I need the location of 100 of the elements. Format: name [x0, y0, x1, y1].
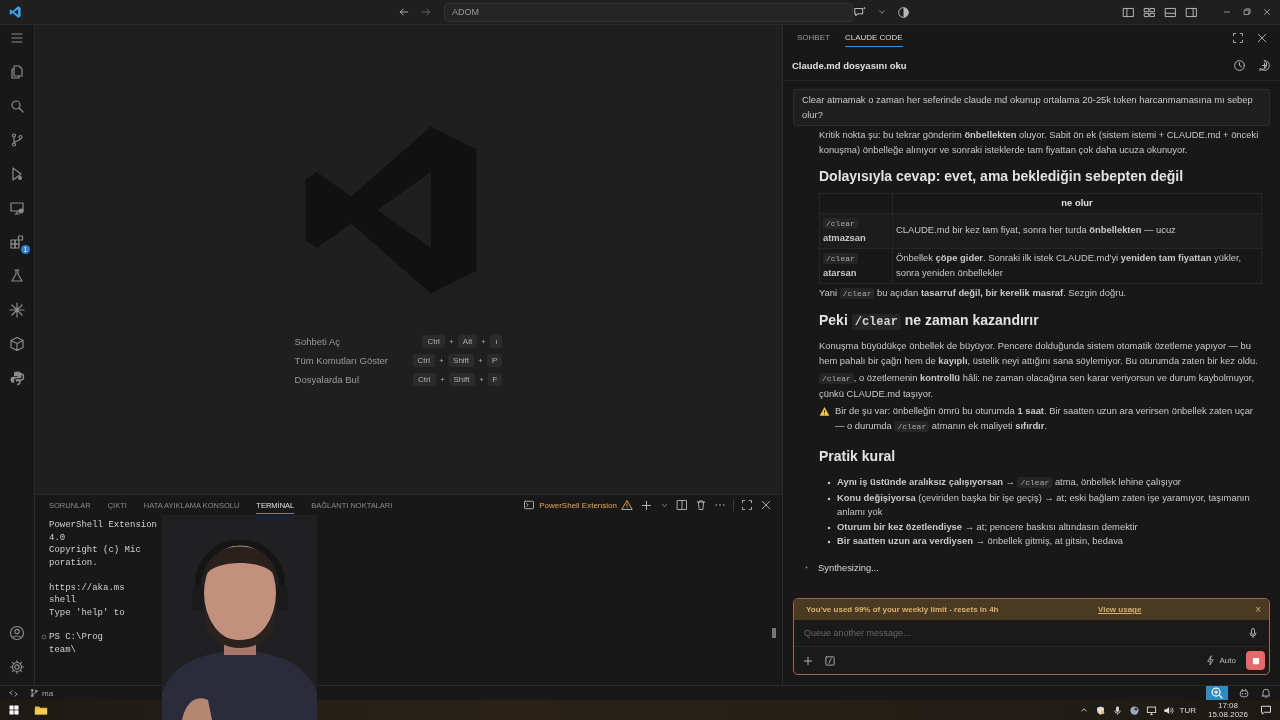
plus-icon: [480, 338, 488, 345]
list-item: Aynı iş üstünde aralıksız çalışıyorsan → /clear atma, önbellek lehine çalışıyor: [837, 475, 1182, 490]
terminal-line: https://aka.ms: [49, 582, 125, 593]
app-logo-icon[interactable]: [8, 5, 22, 19]
zoom-in-icon[interactable]: [1206, 686, 1228, 700]
user-message: Clear atmamak o zaman her seferinde claude md okunup ortalama 20-25k token harcanmamasına mı sebep olur?: [793, 89, 1270, 126]
sidebar-left-icon[interactable]: [1122, 5, 1135, 19]
account-icon[interactable]: [9, 625, 25, 641]
panel-bottom-icon[interactable]: [1164, 5, 1177, 19]
terminal-line: PowerShell Extension: [49, 520, 158, 531]
paragraph: Bir de şu var: önbelleğin ömrü bu oturumda 1 saat. Bir saatten uzun ara verirsen önbellek zaten uçar — o durumda /clear atmanın ek maliyeti sıfırdır.: [835, 404, 1254, 434]
key-cap: Shift: [448, 373, 475, 386]
section-heading: Peki /clear ne zaman kazandırır: [819, 311, 1040, 331]
files-icon[interactable]: [9, 64, 25, 80]
notification-icon[interactable]: [1260, 704, 1272, 716]
close-button[interactable]: ×: [1255, 604, 1261, 615]
shortcut-label: Sohbeti Aç: [294, 336, 341, 347]
shield-icon[interactable]: [1094, 704, 1106, 716]
plus-icon: [438, 357, 446, 364]
shortcut-label: Tüm Komutları Göster: [294, 355, 390, 366]
remote-icon[interactable]: [8, 687, 19, 699]
slash-command-icon[interactable]: [824, 654, 836, 667]
section-heading: Dolayısıyla cevap: evet, ama beklediğin sebepten değil: [819, 167, 1185, 185]
terminal-line: Type 'help' to: [49, 607, 125, 618]
plus-icon: [477, 376, 485, 383]
usage-warning: You've used 99% of your weekly limit - resets in 4h: [806, 605, 1000, 614]
starburst-icon[interactable]: [9, 302, 25, 318]
cube-icon[interactable]: [9, 336, 25, 352]
chat-tab[interactable]: SOHBET: [797, 28, 830, 47]
chat-sparkle-icon[interactable]: [853, 5, 867, 19]
speaker-icon[interactable]: [1162, 704, 1174, 716]
key-cap: Ctrl: [413, 373, 436, 386]
list-item: Oturum bir kez özetlendiyse → at; pencere baskısı altındasın demektir: [837, 519, 1139, 534]
branch-icon[interactable]: [9, 132, 25, 148]
key-cap: Shift: [448, 354, 475, 367]
restore-icon[interactable]: [1242, 7, 1252, 17]
stop-button[interactable]: [1246, 651, 1265, 670]
terminal-icon: [523, 499, 536, 511]
split-icon[interactable]: [676, 499, 688, 511]
play-bug-icon[interactable]: [9, 166, 25, 182]
message-field[interactable]: Queue another message...: [804, 628, 1247, 638]
close-icon[interactable]: [1256, 31, 1268, 44]
blocks-icon[interactable]: [9, 234, 25, 250]
terminal-line: PS C:\Prog: [49, 632, 103, 643]
key-cap: Ctrl: [412, 354, 436, 367]
conversation-title: Claude.md dosyasını oku: [792, 59, 907, 71]
back-arrow-icon[interactable]: [398, 6, 410, 18]
list-item: Bir saatten uzun ara verdiysen → önbellek gitmiş, at gitsin, bedava: [837, 534, 1125, 548]
interlocked-shapes-icon[interactable]: [9, 370, 25, 386]
chat-tab[interactable]: CLAUDE CODE: [844, 28, 903, 47]
network-icon[interactable]: [1145, 704, 1157, 716]
view-usage-link[interactable]: View usage: [1098, 605, 1142, 614]
trash-icon[interactable]: [695, 499, 707, 511]
clock-date[interactable]: 15.08.2026: [1207, 710, 1248, 719]
bell-icon[interactable]: [1260, 687, 1272, 699]
terminal-line: shell: [49, 595, 76, 606]
sidebar-right-icon[interactable]: [1185, 5, 1198, 19]
microphone-icon[interactable]: [1111, 704, 1123, 716]
monitor-icon[interactable]: [9, 200, 25, 216]
flask-icon[interactable]: [9, 268, 25, 284]
table-cell: /clear atmazsan: [819, 213, 893, 248]
stop-square-icon: [1250, 655, 1261, 666]
layout-grid-icon[interactable]: [1143, 5, 1156, 19]
plus-icon: [438, 376, 446, 383]
paragraph: /clear , o özetlemenin kontrollü hâli: ne zaman olacağına sen karar veriyorsun ve durum kaybolmuyor, çünkü CLAUDE.md taşıyor.: [819, 371, 1255, 401]
terminal-selector[interactable]: PowerShell Extension: [523, 499, 633, 511]
windows-start-icon[interactable]: [8, 704, 20, 716]
microphone-icon[interactable]: [1247, 627, 1259, 639]
history-icon[interactable]: [1233, 58, 1246, 72]
list-item: Konu değişiyorsa (çeviriden başka bir işe geçiş) → at; eski bağlam zaten işe yaramıyor, taşımanın anlamı yok: [837, 490, 1251, 519]
mode-selector[interactable]: Auto: [1204, 655, 1236, 666]
clock-time[interactable]: 17:08: [1217, 701, 1238, 710]
paragraph: Konuşma büyüdükçe önbellek de büyüyor. Pencere dolduğunda sistem otomatik özetleme yapıyor — bu hem pahalı bir çağrı hem de kayıplı, üstelik neyi attığını sana söylemiyor. Bu oturumda zaten bir kez oldu.: [819, 339, 1259, 368]
language-indicator[interactable]: TUR: [1179, 705, 1196, 715]
search-icon[interactable]: [9, 98, 25, 114]
terminal-line: team\: [49, 645, 76, 656]
branch-indicator[interactable]: ma: [29, 688, 54, 698]
plus-icon[interactable]: [802, 654, 814, 667]
half-circle-icon[interactable]: [897, 5, 910, 19]
status-dot-icon: [805, 566, 808, 570]
lightning-icon: [1204, 655, 1216, 666]
settings-icon[interactable]: [9, 659, 25, 675]
table-cell: /clear atarsan: [819, 248, 893, 283]
scrollbar-thumb[interactable]: [772, 628, 776, 638]
table-cell: CLAUDE.md bir kez tam fiyat, sonra her turda önbellekten — ucuz: [892, 213, 1262, 248]
warning-icon: [621, 499, 633, 511]
key-cap: P: [487, 354, 503, 367]
fullscreen-icon[interactable]: [1232, 31, 1244, 44]
bullet-icon: [827, 540, 831, 544]
command-search-field[interactable]: ADOM: [444, 2, 853, 22]
table-cell: Önbellek çöpe gider. Sonraki ilk istek CLAUDE.md'yi yeniden tam fiyattan yükler, sonra yeniden önbellekler: [892, 248, 1262, 283]
shortcut-label: Dosyalarda Bul: [294, 374, 360, 385]
maximize-icon[interactable]: [741, 499, 753, 511]
robot-icon[interactable]: [1238, 687, 1250, 699]
close-icon[interactable]: [1262, 7, 1272, 17]
plus-icon[interactable]: [640, 498, 653, 512]
close-icon[interactable]: [760, 499, 772, 511]
caret-icon[interactable]: [877, 7, 887, 17]
key-cap: Ctrl: [422, 335, 445, 348]
terminal-line: poration.: [49, 558, 98, 569]
